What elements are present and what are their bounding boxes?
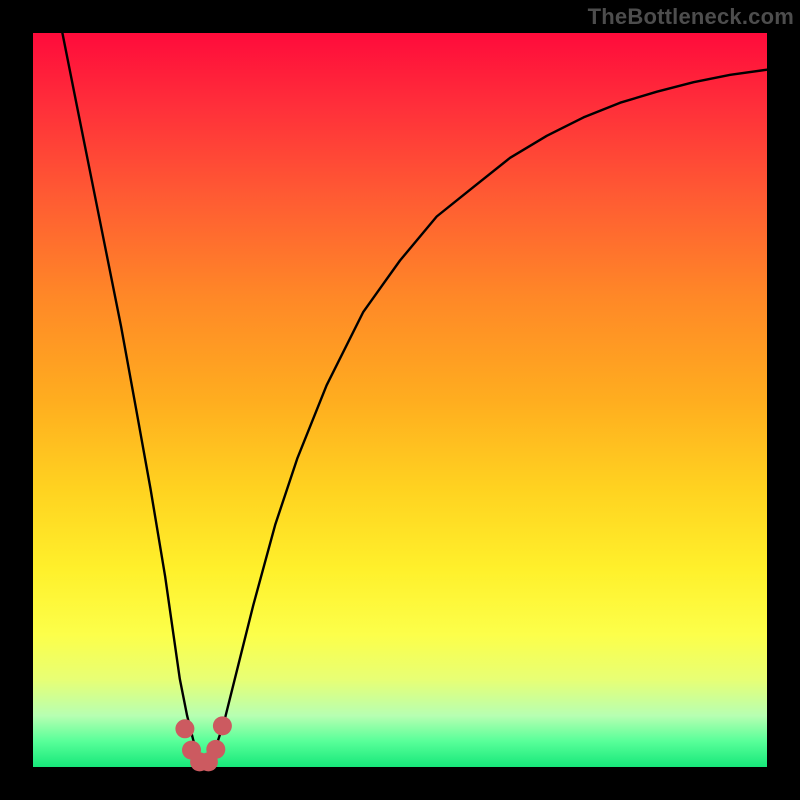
chart-frame: TheBottleneck.com <box>0 0 800 800</box>
watermark-text: TheBottleneck.com <box>588 4 794 30</box>
marker-group <box>175 716 232 771</box>
trough-marker <box>206 740 225 759</box>
bottleneck-curve <box>62 33 767 763</box>
trough-marker <box>175 719 194 738</box>
chart-svg <box>0 0 800 800</box>
trough-marker <box>213 716 232 735</box>
